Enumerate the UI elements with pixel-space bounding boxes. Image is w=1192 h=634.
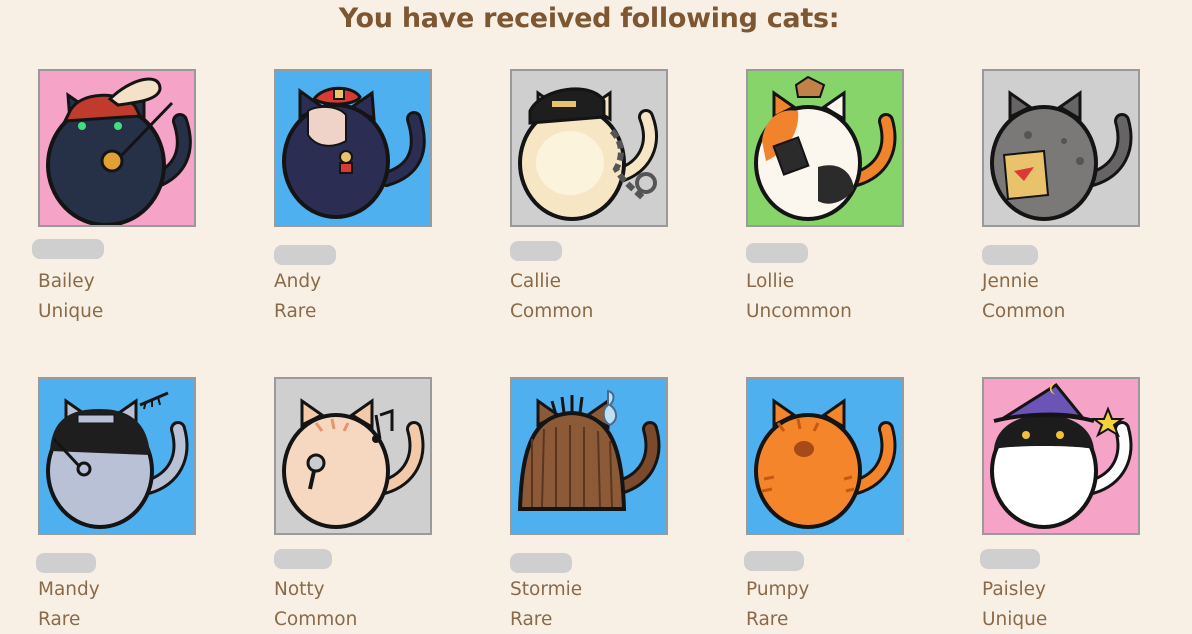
cat-name: Lollie	[746, 271, 795, 292]
cat-rarity: Unique	[38, 301, 104, 322]
cat-calico-book-icon	[748, 71, 902, 225]
masked-id	[980, 549, 1040, 569]
masked-id	[274, 245, 336, 265]
cat-rarity: Unique	[982, 609, 1048, 630]
page-title: You have received following cats:	[338, 3, 840, 34]
cat-name: Pumpy	[746, 579, 810, 600]
cat-wizard-hat-icon	[984, 379, 1138, 533]
cat-rarity: Rare	[746, 609, 789, 630]
cat-rarity: Rare	[38, 609, 81, 630]
cat-rarity: Common	[510, 301, 594, 322]
masked-id	[982, 245, 1038, 265]
cat-rarity: Common	[274, 609, 358, 630]
cat-name: Jennie	[982, 271, 1039, 292]
cat-name: Stormie	[510, 579, 583, 600]
masked-id	[36, 553, 96, 573]
cat-name: Paisley	[982, 579, 1046, 600]
cat-thumbnail[interactable]	[274, 69, 432, 227]
cat-singer-microphone-icon	[276, 379, 430, 533]
cat-ninja-fishbone-icon	[40, 379, 194, 533]
cat-thumbnail[interactable]	[274, 377, 432, 535]
cat-name: Bailey	[38, 271, 95, 292]
cat-name: Mandy	[38, 579, 100, 600]
cat-shaggy-hair-icon	[512, 379, 666, 533]
cat-name: Notty	[274, 579, 325, 600]
cat-thumbnail[interactable]	[982, 377, 1140, 535]
cat-thumbnail[interactable]	[38, 377, 196, 535]
masked-id	[746, 243, 808, 263]
cat-pirate-icon	[40, 71, 194, 225]
cat-name: Andy	[274, 271, 322, 292]
cat-rarity: Common	[982, 301, 1066, 322]
masked-id	[510, 553, 572, 573]
page: You have received following cats: Bailey…	[0, 0, 1192, 634]
cat-captain-chain-icon	[512, 71, 666, 225]
cat-rarity: Uncommon	[746, 301, 852, 322]
cat-thumbnail[interactable]	[510, 377, 668, 535]
cat-orange-tabby-icon	[748, 379, 902, 533]
cat-thumbnail[interactable]	[746, 69, 904, 227]
cat-thumbnail[interactable]	[746, 377, 904, 535]
cat-thumbnail[interactable]	[38, 69, 196, 227]
cat-thumbnail[interactable]	[982, 69, 1140, 227]
masked-id	[744, 551, 804, 571]
masked-id	[510, 241, 562, 261]
cat-rarity: Rare	[510, 609, 553, 630]
cat-beret-medal-icon	[276, 71, 430, 225]
masked-id	[32, 239, 104, 259]
cat-thumbnail[interactable]	[510, 69, 668, 227]
cat-gray-snack-icon	[984, 71, 1138, 225]
cat-rarity: Rare	[274, 301, 317, 322]
masked-id	[274, 549, 332, 569]
cat-name: Callie	[510, 271, 562, 292]
